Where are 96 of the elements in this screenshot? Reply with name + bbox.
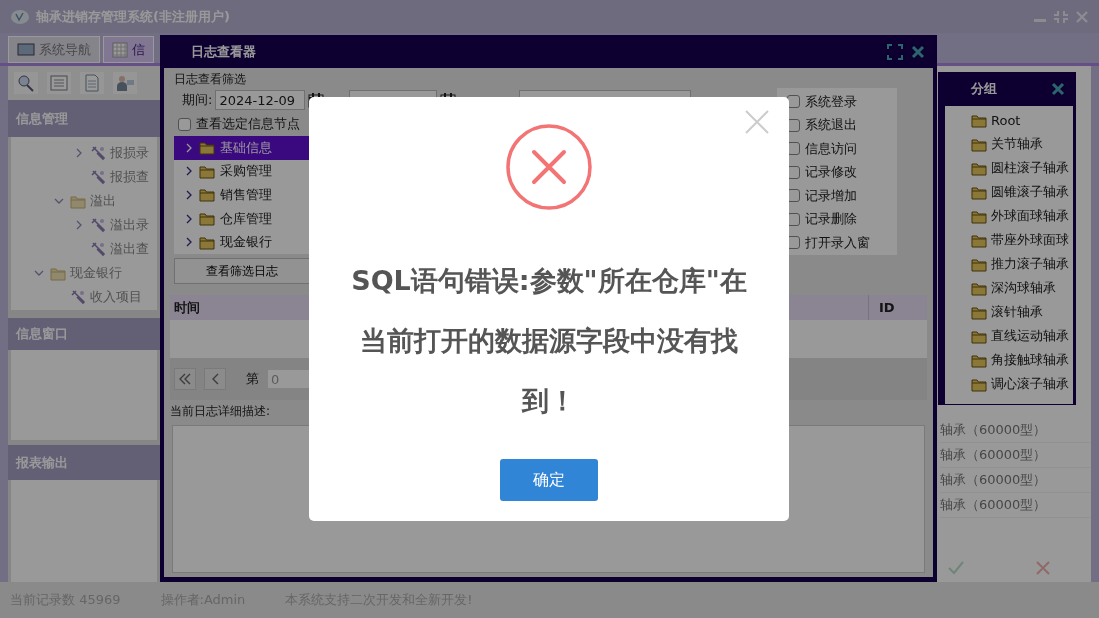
close-icon[interactable] xyxy=(1051,82,1065,96)
list-item[interactable]: 滚针轴承 xyxy=(991,303,1043,321)
list-icon[interactable] xyxy=(47,72,71,94)
folder-icon xyxy=(971,280,987,296)
tool-icon xyxy=(90,241,106,257)
folder-icon xyxy=(199,234,215,250)
folder-icon xyxy=(70,193,86,209)
section-header: 信息窗口 xyxy=(8,318,160,350)
checkbox-label: 系统登录 xyxy=(805,92,857,111)
tool-icon xyxy=(90,169,106,185)
window-title: 日志查看器 xyxy=(191,42,256,61)
list-item[interactable]: 推力滚子轴承 xyxy=(991,255,1069,273)
tool-icon xyxy=(70,289,86,305)
list-item[interactable]: 关节轴承 xyxy=(991,135,1043,153)
folder-icon xyxy=(971,136,987,152)
fullscreen-icon[interactable] xyxy=(887,43,903,60)
checkbox[interactable] xyxy=(178,117,191,131)
group-label: 日志查看筛选 xyxy=(173,70,247,88)
first-page-button[interactable] xyxy=(174,368,196,390)
chevron-icon[interactable] xyxy=(33,268,44,278)
document-icon[interactable] xyxy=(80,72,104,94)
folder-icon xyxy=(199,140,215,156)
section-header: 报表输出 xyxy=(8,445,160,480)
window-title: 分组 xyxy=(971,80,998,98)
field-label: 期间: xyxy=(182,91,213,109)
checkbox-label: 打开录入窗 xyxy=(805,233,870,252)
chevron-icon[interactable] xyxy=(184,142,194,153)
folder-icon xyxy=(971,160,987,176)
filter-button[interactable]: 查看筛选日志 xyxy=(174,258,310,284)
section-header: 信息管理 xyxy=(8,100,160,137)
tree-item[interactable]: 基础信息 xyxy=(174,136,310,160)
folder-icon xyxy=(199,211,215,227)
folder-icon xyxy=(199,187,215,203)
list-item[interactable]: 调心滚子轴承 xyxy=(991,375,1069,393)
tab[interactable]: 信 xyxy=(103,36,154,63)
chevron-icon[interactable] xyxy=(184,166,194,177)
table-cell: 轴承（60000型） xyxy=(940,443,1091,468)
chevron-icon[interactable] xyxy=(53,196,64,206)
checkbox-label: 记录删除 xyxy=(805,210,857,229)
folder-icon xyxy=(50,265,66,281)
tree-item[interactable]: 现金银行 xyxy=(174,230,310,254)
folder-icon xyxy=(971,232,987,248)
list-item[interactable]: 外球面球轴承 xyxy=(991,207,1069,225)
folder-icon xyxy=(971,256,987,272)
check-icon[interactable] xyxy=(947,560,965,576)
checkbox-label: 信息访问 xyxy=(805,139,857,158)
list-item[interactable]: 直线运动轴承 xyxy=(991,327,1069,345)
tool-icon xyxy=(90,217,106,233)
chevron-icon[interactable] xyxy=(184,213,194,224)
error-message: SQL语句错误:参数"所在仓库"在当前打开的数据源字段中没有找到！ xyxy=(350,264,748,418)
app-logo-icon xyxy=(10,8,30,25)
close-icon[interactable] xyxy=(911,44,925,59)
folder-icon xyxy=(971,328,987,344)
table-cell: 轴承（60000型） xyxy=(940,493,1091,518)
chevron-icon[interactable] xyxy=(184,190,194,200)
list-item[interactable]: 深沟球轴承 xyxy=(991,279,1056,297)
page-label: 第 xyxy=(246,370,259,388)
chevron-icon[interactable] xyxy=(184,237,194,248)
folder-icon xyxy=(971,376,987,392)
checkbox-label: 系统退出 xyxy=(805,116,857,135)
restore-icon[interactable] xyxy=(1053,9,1069,24)
table-cell: 轴承（60000型） xyxy=(940,418,1091,443)
grid-icon xyxy=(112,41,128,58)
checkbox-label: 查看选定信息节点 xyxy=(196,115,300,133)
folder-icon xyxy=(971,184,987,200)
field-label: 当前日志详细描述: xyxy=(170,402,271,420)
folder-icon xyxy=(971,112,987,128)
list-item[interactable]: 圆锥滚子轴承 xyxy=(991,183,1069,201)
list-item[interactable]: Root xyxy=(991,112,1021,128)
tree-item[interactable]: 仓库管理 xyxy=(174,206,310,231)
tree-item[interactable]: 销售管理 xyxy=(174,183,310,207)
checkbox-label: 记录修改 xyxy=(805,163,857,182)
tool-icon xyxy=(90,145,106,161)
close-icon[interactable] xyxy=(1035,560,1051,576)
date-field[interactable]: 2024-12-09 xyxy=(215,90,306,110)
chevron-icon xyxy=(211,373,219,385)
monitor-icon xyxy=(17,42,35,57)
error-icon xyxy=(505,123,593,211)
user-icon[interactable] xyxy=(113,72,137,94)
list-item[interactable]: 圆柱滚子轴承 xyxy=(991,159,1069,177)
ok-button[interactable]: 确定 xyxy=(500,459,598,501)
folder-icon xyxy=(199,163,215,179)
checkbox-label: 记录增加 xyxy=(805,186,857,205)
column-header: 时间 xyxy=(173,298,201,317)
search-icon[interactable] xyxy=(14,72,38,94)
double-chevron-icon xyxy=(179,373,191,385)
close-icon[interactable] xyxy=(744,109,770,135)
checkbox[interactable] xyxy=(787,95,800,109)
folder-icon xyxy=(971,304,987,320)
list-item[interactable]: 带座外球面球 xyxy=(991,231,1069,249)
list-item[interactable]: 角接触球轴承 xyxy=(991,351,1069,369)
previous-page-button[interactable] xyxy=(204,368,226,390)
folder-icon xyxy=(971,352,987,368)
folder-icon xyxy=(971,208,987,224)
table-cell: 轴承（60000型） xyxy=(940,468,1091,493)
tree-item[interactable]: 采购管理 xyxy=(174,159,310,184)
